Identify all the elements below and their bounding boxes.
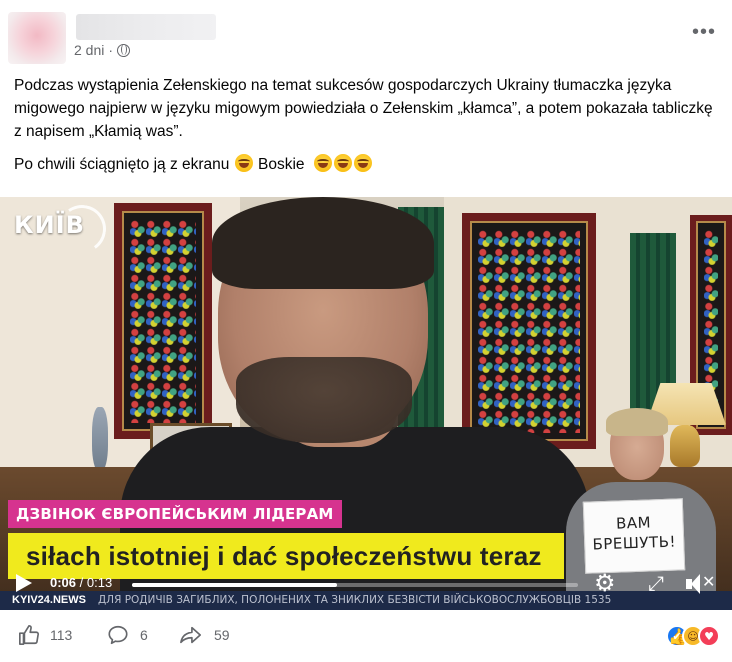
- like-button[interactable]: 113: [18, 624, 72, 646]
- vase: [92, 407, 108, 471]
- share-count: 59: [214, 627, 230, 643]
- love-reaction-icon: ♥: [698, 625, 720, 647]
- protest-sign: ВАМ БРЕШУТЬ!: [582, 498, 686, 574]
- share-button[interactable]: 59: [178, 624, 230, 646]
- play-icon[interactable]: [12, 572, 34, 594]
- progress-bar[interactable]: [132, 583, 578, 587]
- settings-gear-icon[interactable]: [594, 569, 618, 597]
- thumbs-up-icon: [19, 625, 39, 645]
- facebook-post: 2 dni · ••• Podczas wystąpienia Zełenski…: [0, 0, 732, 662]
- fullscreen-icon[interactable]: [648, 571, 668, 595]
- comment-count: 6: [140, 627, 148, 643]
- patch-frame-right: [462, 213, 596, 449]
- woman-hair: [606, 408, 668, 436]
- post-paragraph-1: Podczas wystąpienia Zełenskiego na temat…: [14, 77, 713, 140]
- globe-icon: [117, 43, 131, 57]
- meta-separator: ·: [108, 42, 114, 58]
- sign-line-2: БРЕШУТЬ!: [592, 532, 677, 554]
- post-header: 2 dni · •••: [0, 0, 732, 64]
- post-footer: 113 6 59 ✔ ☺ ♥: [0, 614, 732, 662]
- lamp-base: [670, 425, 700, 467]
- video-player[interactable]: ВАМ БРЕШУТЬ! КИЇВ ДЗВІНОК ЄВРОПЕЙСЬКИМ Л…: [0, 197, 732, 610]
- laughing-emoji-icon: [354, 154, 373, 172]
- duration: / 0:13: [79, 575, 113, 590]
- time-display: 0:06 / 0:13: [50, 575, 112, 590]
- laughing-emoji-icon: [314, 154, 333, 172]
- post-paragraph-2: Po chwili ściągnięto ją z ekranu Boskie: [14, 153, 720, 176]
- patch-frame-left: [114, 203, 212, 439]
- post-meta: 2 dni ·: [74, 42, 131, 58]
- man-hair: [212, 197, 434, 289]
- muted-speaker-icon[interactable]: ✕: [686, 572, 715, 594]
- avatar[interactable]: [8, 12, 66, 64]
- post-text: Podczas wystąpienia Zełenskiego na temat…: [14, 74, 720, 176]
- progress-fill: [132, 583, 338, 587]
- comment-button[interactable]: 6: [106, 624, 148, 646]
- player-controls: 0:06 / 0:13 ✕: [0, 566, 732, 604]
- post-time[interactable]: 2 dni: [74, 42, 104, 58]
- author-name-blurred[interactable]: [76, 14, 216, 40]
- current-time: 0:06: [50, 575, 77, 590]
- headline-banner: ДЗВІНОК ЄВРОПЕЙСЬКИМ ЛІДЕРАМ: [8, 500, 342, 528]
- share-arrow-icon: [180, 626, 201, 644]
- post-paragraph-2-text: Po chwili ściągnięto ją z ekranu: [14, 156, 230, 173]
- more-options-icon[interactable]: •••: [692, 22, 716, 42]
- comment-bubble-icon: [108, 625, 128, 645]
- like-count: 113: [50, 627, 73, 643]
- laughing-emoji-icon: [334, 154, 353, 172]
- post-paragraph-2-boskie: Boskie: [258, 156, 305, 173]
- man-beard: [236, 357, 412, 443]
- reaction-summary[interactable]: ✔ ☺ ♥: [666, 625, 720, 647]
- laughing-emoji-icon: [234, 154, 253, 172]
